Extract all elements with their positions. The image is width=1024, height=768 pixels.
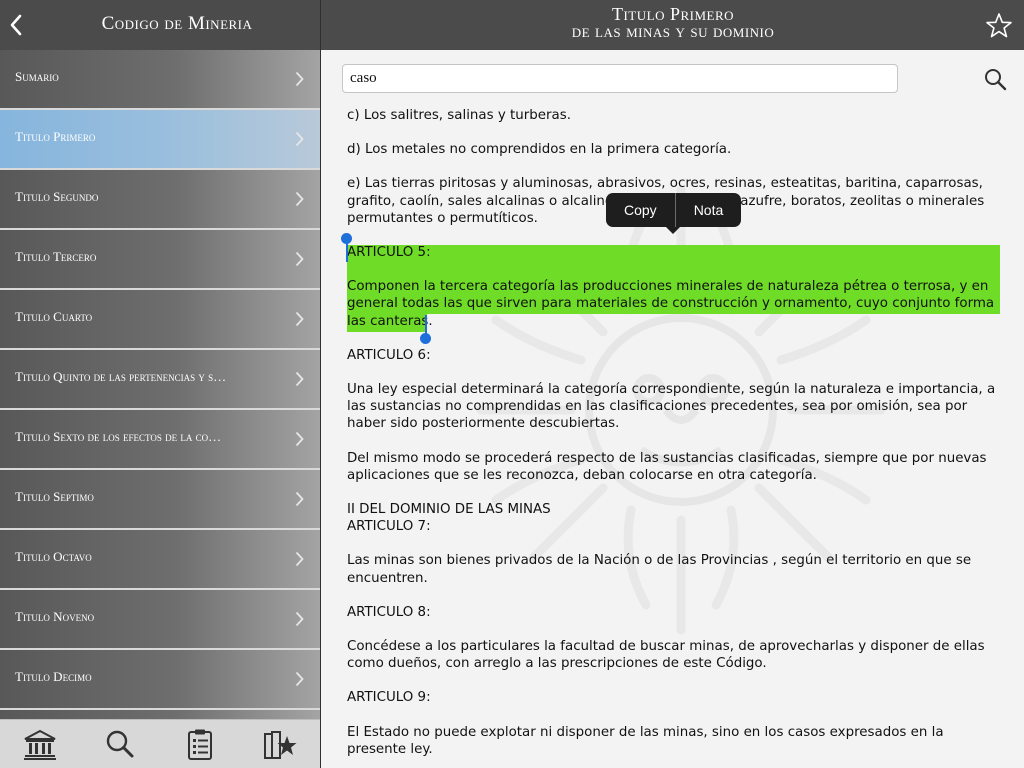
document-title-line2: de las minas y su dominio <box>571 21 775 41</box>
context-menu: Copy Nota <box>606 193 742 234</box>
paragraph: El Estado no puede explotar ni disponer … <box>347 724 944 757</box>
article-heading: ARTICULO 5: <box>347 245 431 261</box>
copy-button[interactable]: Copy <box>606 193 675 227</box>
chapter-label: Titulo Quinto de las pertenencias y s… <box>15 369 227 384</box>
star-icon[interactable] <box>985 12 1013 40</box>
chapter-item-partial[interactable] <box>0 710 320 719</box>
chapter-item-titulo-tercero[interactable]: Titulo Tercero <box>0 230 320 290</box>
chapter-item-titulo-octavo[interactable]: Titulo Octavo <box>0 530 320 590</box>
sidebar-header: Codigo de Mineria <box>0 0 320 50</box>
section-heading: II DEL DOMINIO DE LAS MINAS <box>347 502 551 518</box>
chapter-item-titulo-decimo[interactable]: Titulo Decimo <box>0 650 320 710</box>
chapter-item-titulo-cuarto[interactable]: Titulo Cuarto <box>0 290 320 350</box>
chapter-label: Titulo Octavo <box>15 549 92 564</box>
chevron-right-icon <box>295 431 304 447</box>
chapter-label: Titulo Segundo <box>15 189 99 204</box>
chapter-item-titulo-primero[interactable]: Titulo Primero <box>0 110 320 170</box>
back-button[interactable] <box>0 0 44 50</box>
selection-start-bar <box>346 240 348 262</box>
chevron-left-icon <box>10 14 22 36</box>
clipboard-list-icon[interactable] <box>182 728 218 760</box>
document-title: Titulo Primero de las minas y su dominio <box>381 5 965 41</box>
chevron-right-icon <box>295 311 304 327</box>
paragraph: Las minas son bienes privados de la Naci… <box>347 553 972 586</box>
selection-end-handle[interactable] <box>420 333 431 344</box>
chapter-label: Titulo Tercero <box>15 249 97 264</box>
chapter-item-titulo-sexto[interactable]: Titulo Sexto de los efectos de la co… <box>0 410 320 470</box>
search-icon[interactable] <box>102 728 138 760</box>
chevron-right-icon <box>295 671 304 687</box>
chapter-label: Titulo Noveno <box>15 609 95 624</box>
paragraph: c) Los salitres, salinas y turberas. <box>347 108 571 123</box>
article-heading: ARTICULO 6: <box>347 347 431 363</box>
chapter-list: Sumario Titulo Primero Titulo Segundo Ti… <box>0 50 320 719</box>
chevron-right-icon <box>295 71 304 87</box>
sidebar-title: Codigo de Mineria <box>101 13 253 34</box>
note-button[interactable]: Nota <box>676 193 742 227</box>
article-heading: ARTICULO 8: <box>347 604 431 620</box>
chapter-label: Titulo Decimo <box>15 669 92 684</box>
document-pane: Titulo Primero de las minas y su dominio <box>320 0 1024 768</box>
chevron-right-icon <box>295 251 304 267</box>
search-input[interactable] <box>342 64 898 93</box>
chapter-label: Titulo Septimo <box>15 489 94 504</box>
chapter-item-titulo-septimo[interactable]: Titulo Septimo <box>0 470 320 530</box>
selection-end-bar <box>425 315 427 335</box>
sidebar: Codigo de Mineria Sumario Titulo Primero… <box>0 0 320 768</box>
bank-building-icon[interactable] <box>22 728 58 760</box>
article-heading: ARTICULO 9: <box>347 690 431 706</box>
chapter-label: Titulo Sexto de los efectos de la co… <box>15 429 222 444</box>
chapter-item-titulo-quinto[interactable]: Titulo Quinto de las pertenencias y s… <box>0 350 320 410</box>
article-heading: ARTICULO 7: <box>347 519 431 535</box>
chevron-right-icon <box>295 131 304 147</box>
paragraph: Concédese a los particulares la facultad… <box>347 639 985 672</box>
chapter-item-titulo-noveno[interactable]: Titulo Noveno <box>0 590 320 650</box>
paragraph: Componen la tercera categoría las produc… <box>347 279 995 329</box>
chevron-right-icon <box>295 371 304 387</box>
chapter-label: Titulo Primero <box>15 129 96 144</box>
chapter-label: Sumario <box>15 69 59 84</box>
document-header: Titulo Primero de las minas y su dominio <box>321 0 1024 50</box>
chapter-label: Titulo Cuarto <box>15 309 93 324</box>
chevron-right-icon <box>295 551 304 567</box>
chapter-item-titulo-segundo[interactable]: Titulo Segundo <box>0 170 320 230</box>
paragraph: d) Los metales no comprendidos en la pri… <box>347 142 732 158</box>
paragraph: Una ley especial determinará la categorí… <box>347 382 996 432</box>
bottom-tab-bar <box>0 719 320 768</box>
search-icon[interactable] <box>983 67 1007 91</box>
chapter-item-sumario[interactable]: Sumario <box>0 50 320 110</box>
chevron-right-icon <box>295 611 304 627</box>
chevron-right-icon <box>295 191 304 207</box>
paragraph: Del mismo modo se procederá respecto de … <box>347 450 987 483</box>
book-star-icon[interactable] <box>262 728 298 760</box>
chevron-right-icon <box>295 491 304 507</box>
